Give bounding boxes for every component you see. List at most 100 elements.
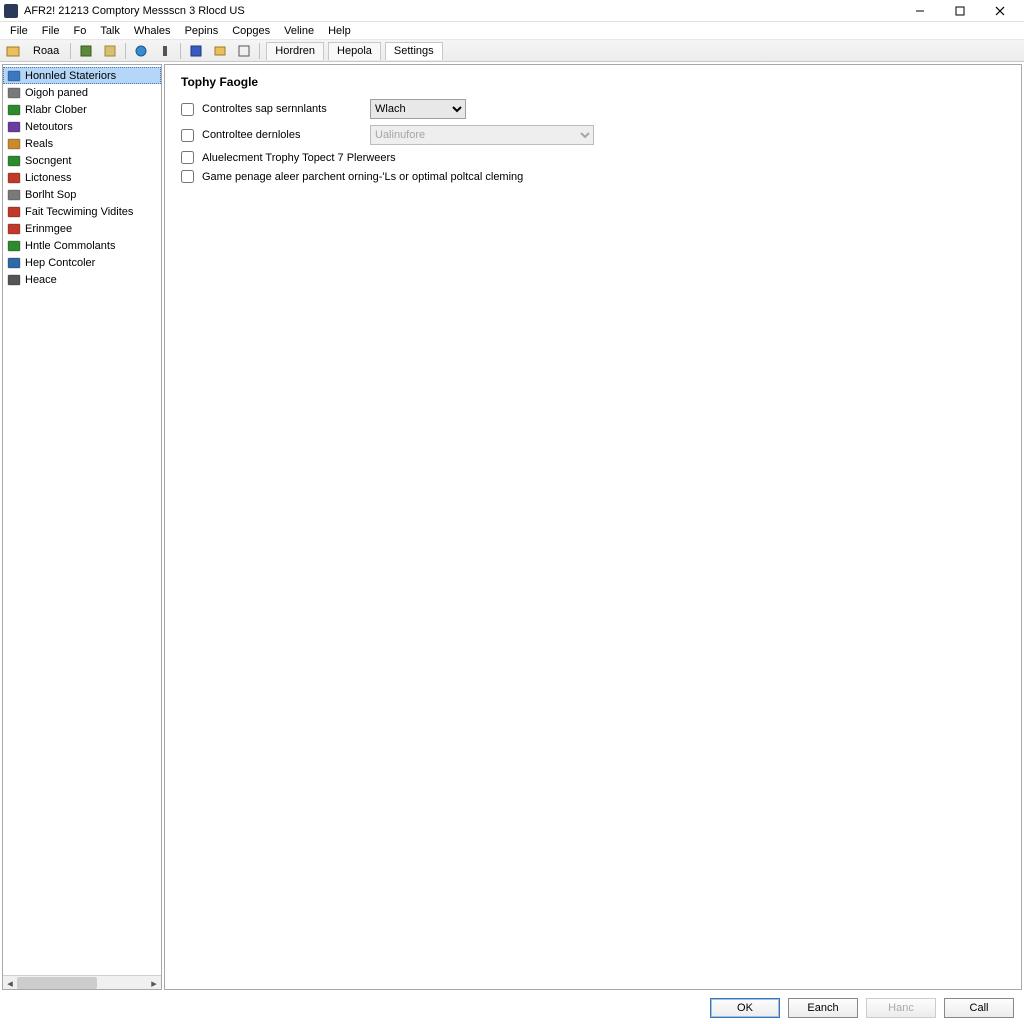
toolbar-sep	[125, 43, 126, 59]
sidebar-tree[interactable]: Honnled Stateriors Oigoh paned Rlabr Clobe…	[3, 65, 161, 975]
toolbar-button-5[interactable]	[185, 42, 207, 60]
dialog-footer: OK Eanch Hanc Call	[0, 992, 1024, 1024]
toolbar-button-4[interactable]	[154, 42, 176, 60]
sidebar-item-label: Lictoness	[25, 172, 71, 184]
menu-file-2[interactable]: File	[36, 24, 66, 38]
form-row-3: Game penage aleer parchent orning-'Ls or…	[181, 170, 1005, 183]
scroll-thumb[interactable]	[17, 977, 97, 989]
menu-file[interactable]: File	[4, 24, 34, 38]
sidebar-item-8[interactable]: Fait Tecwiming Vidites	[3, 203, 161, 220]
sidebar-item-label: Hntle Commolants	[25, 240, 115, 252]
form-checkbox-3[interactable]	[181, 170, 194, 183]
menu-pepins[interactable]: Pepins	[179, 24, 225, 38]
sidebar-item-icon	[7, 69, 21, 83]
content-pane: Tophy Faogle Controltes sap sernnlants Wl…	[164, 64, 1022, 990]
form-select-1[interactable]: Ualinufore	[370, 125, 594, 145]
sidebar-item-10[interactable]: Hntle Commolants	[3, 237, 161, 254]
form-checkbox-2[interactable]	[181, 151, 194, 164]
sidebar-item-icon	[7, 273, 21, 287]
sidebar-item-1[interactable]: Oigoh paned	[3, 84, 161, 101]
menu-veline[interactable]: Veline	[278, 24, 320, 38]
tab-hordren[interactable]: Hordren	[266, 42, 324, 60]
menu-talk[interactable]: Talk	[94, 24, 126, 38]
maximize-button[interactable]	[940, 0, 980, 22]
sidebar-item-icon	[7, 171, 21, 185]
sidebar-item-11[interactable]: Hep Contcoler	[3, 254, 161, 271]
sidebar-item-icon	[7, 222, 21, 236]
toolbar-button-globe[interactable]	[130, 42, 152, 60]
app-icon	[4, 4, 18, 18]
menu-fo[interactable]: Fo	[67, 24, 92, 38]
form-label-2: Aluelecment Trophy Topect 7 Plerweers	[202, 152, 396, 164]
sidebar-item-label: Borlht Sop	[25, 189, 76, 201]
toolbar-button-6[interactable]	[209, 42, 231, 60]
sidebar-item-7[interactable]: Borlht Sop	[3, 186, 161, 203]
sidebar-item-0[interactable]: Honnled Stateriors	[3, 67, 161, 84]
minimize-button[interactable]	[900, 0, 940, 22]
toolbar-sep	[70, 43, 71, 59]
sidebar-item-label: Heace	[25, 274, 57, 286]
sidebar-item-label: Fait Tecwiming Vidites	[25, 206, 133, 218]
sidebar-item-2[interactable]: Rlabr Clober	[3, 101, 161, 118]
form-checkbox-1[interactable]	[181, 129, 194, 142]
sidebar-item-icon	[7, 205, 21, 219]
sidebar-item-icon	[7, 86, 21, 100]
sidebar-item-icon	[7, 239, 21, 253]
tab-settings[interactable]: Settings	[385, 42, 443, 60]
sidebar-item-icon	[7, 120, 21, 134]
titlebar: AFR2! 21213 Comptory Messscn 3 Rlocd US	[0, 0, 1024, 22]
toolbar-button-3[interactable]	[99, 42, 121, 60]
sidebar-h-scrollbar[interactable]: ◂ ▸	[3, 975, 161, 989]
form-row-0: Controltes sap sernnlants Wlach	[181, 99, 1005, 119]
menu-help[interactable]: Help	[322, 24, 357, 38]
form-row-1: Controltee dernloles Ualinufore	[181, 125, 1005, 145]
pane-title: Tophy Faogle	[181, 75, 1005, 89]
scroll-right-icon[interactable]: ▸	[147, 976, 161, 990]
sidebar-item-icon	[7, 154, 21, 168]
call-button[interactable]: Call	[944, 998, 1014, 1018]
hanc-button[interactable]: Hanc	[866, 998, 936, 1018]
scroll-left-icon[interactable]: ◂	[3, 976, 17, 990]
sidebar: Honnled Stateriors Oigoh paned Rlabr Clobe…	[2, 64, 162, 990]
sidebar-item-6[interactable]: Lictoness	[3, 169, 161, 186]
toolbar: Roaa Hordren Hepola Settings	[0, 40, 1024, 62]
form-checkbox-0[interactable]	[181, 103, 194, 116]
form-select-0[interactable]: Wlach	[370, 99, 466, 119]
toolbar-button-7[interactable]	[233, 42, 255, 60]
sidebar-item-9[interactable]: Erinmgee	[3, 220, 161, 237]
window-title: AFR2! 21213 Comptory Messscn 3 Rlocd US	[24, 5, 245, 17]
ok-button[interactable]: OK	[710, 998, 780, 1018]
sidebar-item-label: Hep Contcoler	[25, 257, 95, 269]
toolbar-button-1[interactable]	[2, 42, 24, 60]
form-label-3: Game penage aleer parchent orning-'Ls or…	[202, 171, 523, 183]
toolbar-sep	[259, 43, 260, 59]
sidebar-item-label: Netoutors	[25, 121, 73, 133]
sidebar-item-label: Honnled Stateriors	[25, 70, 116, 82]
toolbar-button-label: Roaa	[33, 45, 59, 57]
menu-copges[interactable]: Copges	[226, 24, 276, 38]
tab-hepola[interactable]: Hepola	[328, 42, 381, 60]
menu-whales[interactable]: Whales	[128, 24, 177, 38]
form-label-1: Controltee dernloles	[202, 129, 362, 141]
eanch-button[interactable]: Eanch	[788, 998, 858, 1018]
sidebar-item-label: Rlabr Clober	[25, 104, 87, 116]
sidebar-item-4[interactable]: Reals	[3, 135, 161, 152]
sidebar-item-icon	[7, 103, 21, 117]
toolbar-button-roaa[interactable]: Roaa	[26, 42, 66, 60]
main-split: Honnled Stateriors Oigoh paned Rlabr Clobe…	[0, 62, 1024, 992]
sidebar-item-label: Socngent	[25, 155, 71, 167]
toolbar-sep	[180, 43, 181, 59]
toolbar-button-2[interactable]	[75, 42, 97, 60]
form-label-0: Controltes sap sernnlants	[202, 103, 362, 115]
sidebar-item-label: Erinmgee	[25, 223, 72, 235]
sidebar-item-12[interactable]: Heace	[3, 271, 161, 288]
sidebar-item-3[interactable]: Netoutors	[3, 118, 161, 135]
sidebar-item-icon	[7, 256, 21, 270]
sidebar-item-5[interactable]: Socngent	[3, 152, 161, 169]
close-button[interactable]	[980, 0, 1020, 22]
menubar: File File Fo Talk Whales Pepins Copges V…	[0, 22, 1024, 40]
sidebar-item-label: Oigoh paned	[25, 87, 88, 99]
sidebar-item-icon	[7, 137, 21, 151]
sidebar-item-icon	[7, 188, 21, 202]
sidebar-item-label: Reals	[25, 138, 53, 150]
